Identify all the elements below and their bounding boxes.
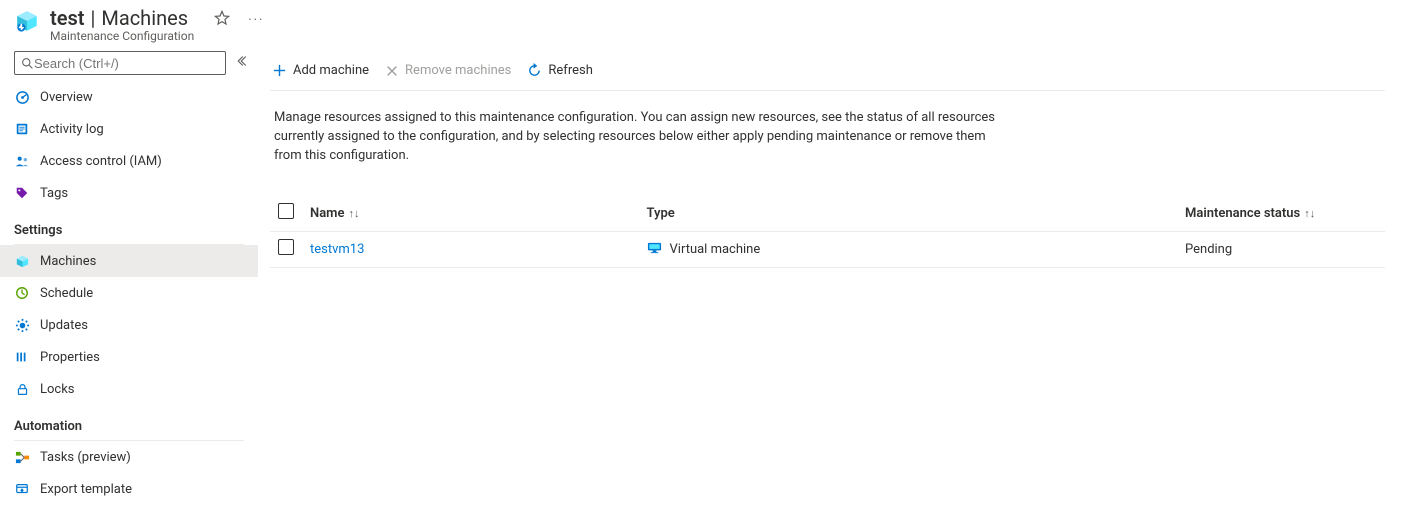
sort-icon: ↑↓	[348, 207, 359, 220]
page-title: test | Machines	[50, 6, 194, 30]
status-label: Pending	[1185, 242, 1232, 257]
select-all-checkbox[interactable]	[278, 203, 294, 219]
sidebar-item-label: Activity log	[40, 122, 104, 137]
sidebar-item-export-template[interactable]: Export template	[0, 473, 258, 505]
column-header-status[interactable]: Maintenance status↑↓	[1185, 206, 1385, 221]
locks-icon	[14, 383, 30, 396]
add-machine-button[interactable]: Add machine	[272, 63, 369, 78]
command-bar: Add machine Remove machines Refresh	[270, 51, 1385, 91]
table-row: testvm13 Virtual machine Pending	[270, 232, 1385, 268]
sidebar-item-label: Machines	[40, 254, 96, 269]
page-header: test | Machines Maintenance Configuratio…	[0, 0, 1405, 51]
x-icon	[385, 64, 399, 78]
updates-icon	[14, 318, 30, 333]
tasks-icon	[14, 450, 30, 465]
section-name: Machines	[101, 6, 188, 30]
sort-icon: ↑↓	[1304, 207, 1315, 220]
refresh-label: Refresh	[548, 63, 592, 78]
column-header-type[interactable]: Type	[647, 206, 1185, 221]
vm-icon	[647, 240, 662, 259]
sidebar-item-access-control[interactable]: Access control (IAM)	[0, 145, 258, 177]
resource-link[interactable]: testvm13	[310, 242, 364, 257]
resource-name: test	[50, 6, 84, 30]
more-icon[interactable]: ···	[248, 13, 264, 28]
sidebar-group-automation: Automation	[0, 405, 258, 438]
sidebar-item-label: Updates	[40, 318, 88, 333]
refresh-button[interactable]: Refresh	[527, 63, 592, 78]
refresh-icon	[527, 63, 542, 78]
add-machine-label: Add machine	[293, 63, 369, 78]
sidebar-item-tasks[interactable]: Tasks (preview)	[0, 441, 258, 473]
search-icon	[21, 57, 34, 70]
pin-icon[interactable]	[214, 10, 230, 30]
sidebar-item-machines[interactable]: Machines	[0, 245, 258, 277]
export-template-icon	[14, 482, 30, 496]
collapse-sidebar-icon[interactable]	[236, 55, 248, 71]
plus-icon	[272, 63, 287, 78]
tags-icon	[14, 186, 30, 200]
sidebar-item-label: Properties	[40, 350, 100, 365]
sidebar-item-label: Tags	[40, 186, 68, 201]
sidebar-item-label: Schedule	[40, 286, 93, 301]
sidebar-item-overview[interactable]: Overview	[0, 81, 258, 113]
machines-icon	[14, 254, 30, 269]
table-header: Name↑↓ Type Maintenance status↑↓	[270, 196, 1385, 232]
overview-icon	[14, 90, 30, 105]
sidebar-item-tags[interactable]: Tags	[0, 177, 258, 209]
sidebar-item-properties[interactable]: Properties	[0, 341, 258, 373]
sidebar-item-label: Tasks (preview)	[40, 450, 131, 465]
main-content: Add machine Remove machines Refresh Mana…	[258, 51, 1405, 526]
remove-machines-button: Remove machines	[385, 63, 511, 78]
description-text: Manage resources assigned to this mainte…	[270, 91, 1010, 166]
row-checkbox[interactable]	[278, 239, 294, 255]
resource-type: Maintenance Configuration	[50, 29, 194, 43]
sidebar-item-activity-log[interactable]: Activity log	[0, 113, 258, 145]
sidebar-item-label: Access control (IAM)	[40, 154, 162, 169]
activity-log-icon	[14, 122, 30, 136]
properties-icon	[14, 350, 30, 364]
sidebar-item-label: Locks	[40, 382, 75, 397]
machines-table: Name↑↓ Type Maintenance status↑↓ testvm1…	[270, 196, 1385, 268]
sidebar-item-label: Export template	[40, 482, 132, 497]
sidebar-item-locks[interactable]: Locks	[0, 373, 258, 405]
sidebar-item-updates[interactable]: Updates	[0, 309, 258, 341]
sidebar-item-label: Overview	[40, 90, 93, 105]
access-control-icon	[14, 154, 30, 169]
remove-machines-label: Remove machines	[405, 63, 511, 78]
sidebar-group-settings: Settings	[0, 209, 258, 242]
search-input[interactable]	[34, 56, 219, 71]
sidebar: Overview Activity log Access control (IA…	[0, 51, 258, 526]
maintenance-config-icon	[14, 8, 40, 38]
type-label: Virtual machine	[670, 242, 761, 257]
schedule-icon	[14, 286, 30, 300]
search-box[interactable]	[14, 51, 226, 75]
sidebar-item-schedule[interactable]: Schedule	[0, 277, 258, 309]
column-header-name[interactable]: Name↑↓	[310, 206, 647, 221]
